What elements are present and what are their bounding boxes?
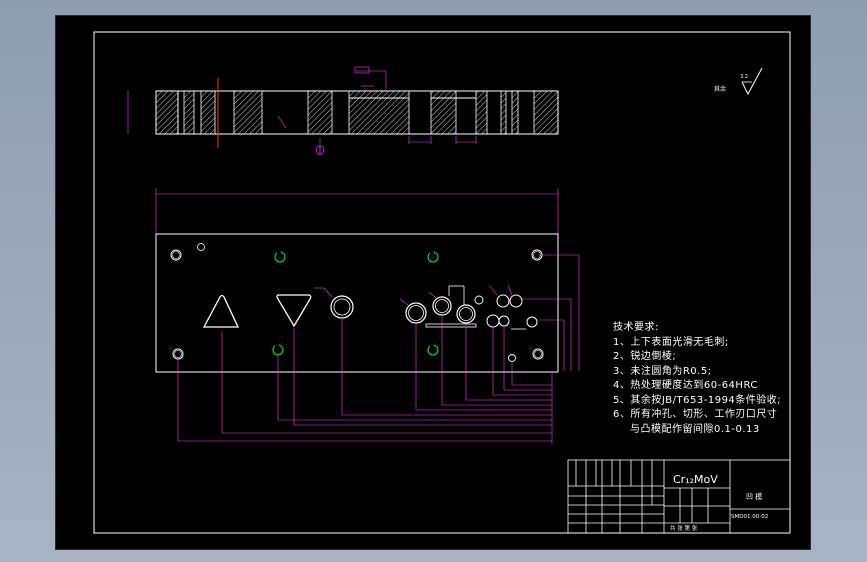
plan-view <box>155 188 580 444</box>
tech-item: 3、未注圆角为R0.5; <box>613 365 712 377</box>
tech-item: 4、热处理硬度达到60-64HRC <box>613 380 758 391</box>
cad-drawing: 3.2 Cr₁₂MoV 凹 模 SMD01.00-02 共 张 第 张 其余 <box>93 31 791 534</box>
section-view <box>127 66 559 156</box>
roughness-note: 其余 <box>714 85 726 93</box>
sheet-count-label: 共 张 第 张 <box>670 524 698 532</box>
technical-requirements: 技术要求: 1、上下表面光滑无毛刺; 2、锐边倒棱; 3、未注圆角为R0.5; … <box>613 321 781 437</box>
tech-title: 技术要求: <box>613 322 659 333</box>
tech-item: 6、所有冲孔、切形、工作刃口尺寸 <box>613 409 778 420</box>
svg-text:3.2: 3.2 <box>740 74 748 80</box>
material-label: Cr₁₂MoV <box>673 473 718 486</box>
tech-item: 2、锐边倒棱; <box>613 351 677 362</box>
tech-item: 5、其余按JB/T653-1994条件验收; <box>613 394 782 406</box>
roughness-symbol: 3.2 <box>740 67 763 96</box>
drawing-sheet: 3.2 Cr₁₂MoV 凹 模 SMD01.00-02 共 张 第 张 其余 技… <box>55 15 811 550</box>
drawing-number-label: SMD01.00-02 <box>731 514 768 520</box>
tech-item: 与凸模配作留间隙0.1-0.13 <box>630 423 760 435</box>
part-name-label: 凹 模 <box>746 492 762 501</box>
tech-item: 1、上下表面光滑无毛刺; <box>613 336 729 348</box>
